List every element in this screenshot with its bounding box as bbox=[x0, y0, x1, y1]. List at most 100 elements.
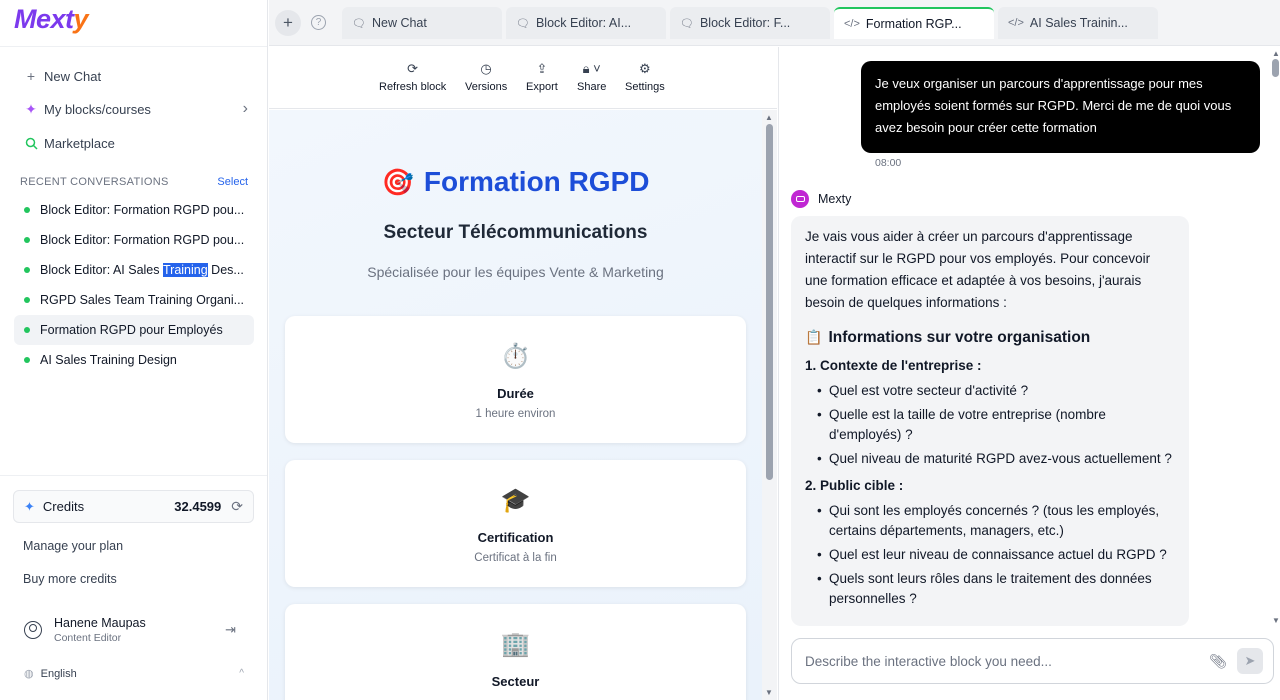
conversation-item[interactable]: Block Editor: Formation RGPD pou... bbox=[14, 195, 254, 225]
chat-icon: 🗨 bbox=[352, 17, 366, 30]
section-heading: 📋 Informations sur votre organisation bbox=[805, 326, 1175, 349]
versions-label: Versions bbox=[465, 81, 508, 93]
conversation-item[interactable]: Block Editor: AI Sales Training Des... bbox=[14, 255, 254, 285]
assistant-intro-text: Je vais vous aider à créer un parcours d… bbox=[805, 229, 1151, 310]
recent-conversations-header: RECENT CONVERSATIONS Select bbox=[20, 176, 248, 188]
conversation-title-highlight: Training bbox=[162, 263, 208, 277]
refresh-credits-icon[interactable]: ⟳ bbox=[231, 498, 243, 515]
graduation-cap-icon: 🎓 bbox=[500, 487, 531, 514]
export-button[interactable]: ⇪ Export bbox=[526, 61, 558, 93]
sidebar-marketplace[interactable]: Marketplace bbox=[14, 129, 254, 157]
credits-value: 32.4599 bbox=[174, 499, 222, 514]
info-card-certification: 🎓 Certification Certificat à la fin bbox=[285, 460, 746, 587]
assistant-header: Mexty bbox=[791, 190, 851, 208]
refresh-block-button[interactable]: ⟳ Refresh block bbox=[379, 61, 446, 93]
scrollbar-thumb[interactable] bbox=[766, 124, 773, 480]
search-icon bbox=[22, 137, 40, 150]
tab-formation-rgpd[interactable]: </> Formation RGP... bbox=[834, 7, 994, 39]
select-conversations-button[interactable]: Select bbox=[217, 176, 248, 188]
preview-scrollbar[interactable]: ▲ ▼ bbox=[762, 110, 777, 700]
tab-label: New Chat bbox=[371, 16, 427, 30]
scroll-up-icon[interactable]: ▲ bbox=[765, 113, 773, 122]
user-name: Hanene Maupas bbox=[54, 616, 146, 630]
scroll-up-icon[interactable]: ▲ bbox=[1272, 49, 1280, 58]
list-item: • Quel niveau de maturité RGPD avez-vous … bbox=[817, 451, 1172, 466]
send-icon: ➤ bbox=[1244, 653, 1256, 668]
part2-list: • Qui sont les employés concernés ? (tous… bbox=[805, 501, 1175, 609]
mexty-logo[interactable]: Mexty bbox=[14, 4, 89, 35]
sidebar-divider bbox=[0, 475, 267, 476]
status-dot bbox=[24, 237, 30, 243]
assistant-avatar-icon bbox=[791, 190, 809, 208]
status-dot bbox=[24, 297, 30, 303]
list-item: • Quelle est la taille de votre entrepris… bbox=[817, 407, 1106, 442]
part1-list: • Quel est votre secteur d'activité ? • Qu… bbox=[805, 381, 1175, 469]
versions-button[interactable]: ◷ Versions bbox=[465, 61, 507, 93]
list-item-text: Quels sont leurs rôles dans le traitemen… bbox=[829, 571, 1152, 606]
sidebar-my-blocks[interactable]: ✦ My blocks/courses › bbox=[14, 95, 254, 123]
chat-icon: 🗨 bbox=[516, 17, 530, 30]
scrollbar-thumb[interactable] bbox=[1272, 59, 1279, 77]
tab-block-editor-f[interactable]: 🗨 Block Editor: F... bbox=[670, 7, 830, 39]
list-item: • Quel est votre secteur d'activité ? bbox=[817, 383, 1029, 398]
scroll-down-icon[interactable]: ▼ bbox=[765, 688, 773, 697]
clock-icon: ◷ bbox=[480, 61, 492, 76]
scroll-down-icon[interactable]: ▼ bbox=[1272, 616, 1280, 625]
chat-scrollbar[interactable]: ▲ ▼ bbox=[1271, 47, 1280, 627]
conversation-item[interactable]: AI Sales Training Design bbox=[14, 345, 254, 375]
list-item-text: Quel niveau de maturité RGPD avez-vous a… bbox=[829, 451, 1172, 466]
sidebar-my-blocks-label: My blocks/courses bbox=[44, 101, 151, 117]
conversation-title: Formation RGPD pour Employés bbox=[40, 323, 223, 337]
chat-icon: 🗨 bbox=[680, 17, 694, 30]
sidebar: Mexty + New Chat ✦ My blocks/courses › M… bbox=[0, 0, 268, 700]
help-icon[interactable]: ? bbox=[311, 15, 326, 30]
user-message-bubble: Je veux organiser un parcours d'apprenti… bbox=[861, 61, 1260, 153]
sidebar-marketplace-label: Marketplace bbox=[44, 135, 115, 151]
gear-icon: ⚙ bbox=[639, 61, 651, 76]
conversation-item[interactable]: RGPD Sales Team Training Organi... bbox=[14, 285, 254, 315]
list-item-text: Quel est votre secteur d'activité ? bbox=[829, 383, 1029, 398]
user-profile[interactable]: Hanene Maupas Content Editor ⇥ bbox=[24, 615, 244, 645]
list-item-text: Quel est leur niveau de connaissance act… bbox=[829, 547, 1167, 562]
card-title: Secteur bbox=[491, 674, 540, 689]
language-selector[interactable]: ◍ English ^ bbox=[24, 667, 244, 681]
sidebar-new-chat[interactable]: + New Chat bbox=[14, 62, 254, 90]
manage-plan-link[interactable]: Manage your plan bbox=[23, 539, 123, 553]
conversation-title-rest: Des... bbox=[207, 263, 244, 277]
logout-icon[interactable]: ⇥ bbox=[225, 622, 236, 638]
chevron-up-icon: ^ bbox=[239, 668, 244, 679]
status-dot bbox=[24, 207, 30, 213]
globe-icon: ◍ bbox=[24, 668, 34, 680]
buy-credits-link[interactable]: Buy more credits bbox=[23, 572, 117, 586]
part1-heading: 1. Contexte de l'entreprise : bbox=[805, 358, 982, 373]
card-title: Durée bbox=[497, 386, 534, 401]
conversation-item[interactable]: Block Editor: Formation RGPD pou... bbox=[14, 225, 254, 255]
block-preview: 🎯 Formation RGPD Secteur Télécommunicatio… bbox=[269, 110, 762, 700]
send-button[interactable]: ➤ bbox=[1237, 648, 1263, 674]
message-timestamp: 08:00 bbox=[875, 157, 902, 169]
share-button[interactable]: 🔒︎ ˅ Share bbox=[577, 61, 606, 93]
conversation-title: AI Sales Training Design bbox=[40, 353, 177, 367]
refresh-icon: ⟳ bbox=[407, 61, 419, 76]
add-tab-button[interactable]: + bbox=[275, 10, 301, 36]
sparkle-icon: ✦ bbox=[25, 100, 37, 117]
user-role: Content Editor bbox=[54, 632, 122, 644]
preview-title: 🎯 Formation RGPD bbox=[269, 166, 762, 198]
status-dot bbox=[24, 327, 30, 333]
chat-input[interactable] bbox=[805, 653, 1210, 669]
refresh-block-label: Refresh block bbox=[379, 81, 447, 93]
tab-new-chat[interactable]: 🗨 New Chat bbox=[342, 7, 502, 39]
logo-accent: y bbox=[73, 4, 89, 34]
plus-icon: + bbox=[26, 68, 36, 84]
paperclip-icon[interactable]: 📎︎ bbox=[1209, 653, 1227, 670]
stopwatch-icon: ⏱️ bbox=[500, 343, 531, 370]
share-label: Share bbox=[577, 81, 607, 93]
chat-input-box: 📎︎ ➤ bbox=[791, 638, 1274, 684]
credits-label: Credits bbox=[42, 499, 85, 514]
sparkle-icon: ✦ bbox=[24, 498, 35, 514]
tab-block-editor-ai[interactable]: 🗨 Block Editor: AI... bbox=[506, 7, 666, 39]
tab-bar: + ? 🗨 New Chat 🗨 Block Editor: AI... 🗨 Bloc… bbox=[269, 0, 1280, 46]
tab-ai-sales-training[interactable]: </> AI Sales Trainin... bbox=[998, 7, 1158, 39]
conversation-item-active[interactable]: Formation RGPD pour Employés bbox=[14, 315, 254, 345]
settings-button[interactable]: ⚙ Settings bbox=[625, 61, 665, 93]
